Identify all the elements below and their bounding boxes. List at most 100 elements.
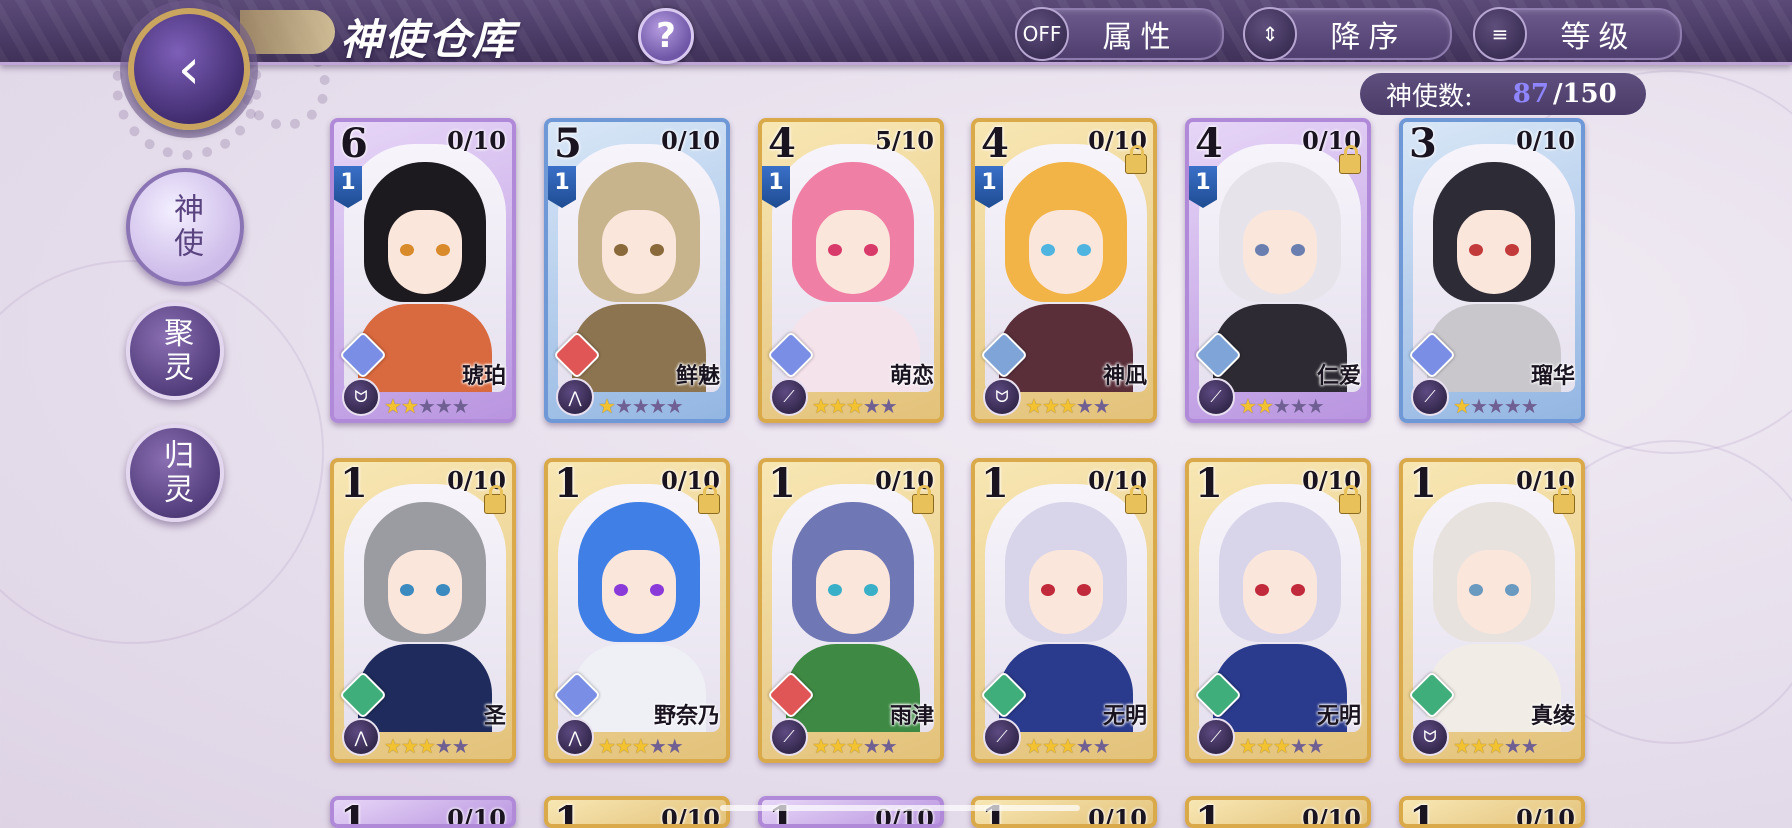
lock-icon xyxy=(1339,485,1361,514)
portrait-eye xyxy=(1041,584,1055,596)
sort-order-button[interactable]: ⇕ 降序 xyxy=(1243,7,1452,61)
star-icon: ★ xyxy=(828,734,847,758)
star-rating: ★★★★★ xyxy=(1025,734,1111,758)
star-icon: ★ xyxy=(1041,394,1060,418)
deity-card[interactable]: 1 0/10 xyxy=(1399,796,1585,828)
card-name: 雨津 xyxy=(889,703,934,729)
portrait-face xyxy=(1029,210,1103,294)
deity-card[interactable]: 5 0/10 1 ⋀ 鲜魅 ★★★★★ xyxy=(544,118,730,423)
portrait-face xyxy=(602,210,676,294)
card-level: 1 xyxy=(1195,460,1223,507)
portrait-eye xyxy=(650,584,664,596)
card-fragments: 0/10 xyxy=(447,126,506,155)
portrait-face xyxy=(1457,550,1531,634)
card-name: 野奈乃 xyxy=(653,703,720,729)
page-title: 神使仓库 xyxy=(340,15,517,64)
portrait-eye xyxy=(1255,244,1269,256)
lock-icon xyxy=(484,485,506,514)
card-name: 无明 xyxy=(1102,703,1147,729)
rank-badge: 1 xyxy=(548,166,576,208)
portrait-eye xyxy=(400,244,414,256)
deity-card[interactable]: 1 0/10 xyxy=(758,796,944,828)
deity-card[interactable]: 4 0/10 1 ⟋ 仁爱 ★★★★★ xyxy=(1185,118,1371,423)
deity-count-label: 神使数: xyxy=(1386,81,1473,112)
deity-card[interactable]: 3 0/10 ⟋ 瑠华 ★★★★★ xyxy=(1399,118,1585,423)
lock-icon xyxy=(1125,485,1147,514)
deity-card[interactable]: 1 0/10 xyxy=(1185,796,1371,828)
portrait-face xyxy=(1243,210,1317,294)
card-name: 鲜魅 xyxy=(675,363,720,389)
star-icon: ★ xyxy=(1453,394,1471,418)
portrait-eye xyxy=(1077,584,1091,596)
star-icon: ★ xyxy=(879,734,898,758)
weapon-type-icon: ᗢ xyxy=(1411,718,1449,756)
deity-card[interactable]: 1 0/10 ⋀ 野奈乃 ★★★★★ xyxy=(544,458,730,763)
deity-card[interactable]: 1 0/10 ⟋ 雨津 ★★★★★ xyxy=(758,458,944,763)
star-rating: ★★★★★ xyxy=(812,734,898,758)
back-button[interactable]: ‹ xyxy=(128,8,250,130)
portrait-eye xyxy=(1469,244,1483,256)
deity-card[interactable]: 1 0/10 ⟋ 无明 ★★★★★ xyxy=(1185,458,1371,763)
horizontal-scrollbar[interactable] xyxy=(720,805,1080,811)
star-icon: ★ xyxy=(1058,734,1077,758)
star-icon: ★ xyxy=(384,394,402,418)
card-fragments: 0/10 xyxy=(1302,804,1361,828)
portrait-eye xyxy=(436,584,450,596)
card-level: 4 xyxy=(1195,120,1223,167)
star-icon: ★ xyxy=(1453,734,1471,758)
star-icon: ★ xyxy=(1520,734,1539,758)
toggle-off-icon: OFF xyxy=(1015,7,1069,61)
card-name: 无明 xyxy=(1316,703,1361,729)
star-icon: ★ xyxy=(879,394,898,418)
deity-card[interactable]: 4 0/10 1 ᗢ 神凪 ★★★★★ xyxy=(971,118,1157,423)
star-icon: ★ xyxy=(1239,734,1257,758)
star-icon: ★ xyxy=(862,394,881,418)
sort-arrows-icon: ⇕ xyxy=(1243,7,1297,61)
card-level: 1 xyxy=(1195,798,1223,828)
card-level: 1 xyxy=(1409,460,1437,507)
deity-card[interactable]: 1 0/10 ⟋ 无明 ★★★★★ xyxy=(971,458,1157,763)
weapon-type-icon: ⟋ xyxy=(983,718,1021,756)
card-level: 1 xyxy=(768,460,796,507)
tab-label: 归灵 xyxy=(158,439,193,507)
weapon-type-icon: ᗢ xyxy=(983,378,1021,416)
card-name: 萌恋 xyxy=(889,363,934,389)
star-icon: ★ xyxy=(434,734,453,758)
star-icon: ★ xyxy=(648,734,667,758)
deity-card[interactable]: 1 0/10 ᗢ 真绫 ★★★★★ xyxy=(1399,458,1585,763)
card-fragments: 0/10 xyxy=(1516,126,1575,155)
attribute-filter-label: 属性 xyxy=(1102,20,1179,55)
star-rating: ★★★★★ xyxy=(812,394,898,418)
deity-card[interactable]: 1 0/10 ⋀ 圣 ★★★★★ xyxy=(330,458,516,763)
star-rating: ★★★★★ xyxy=(598,394,684,418)
portrait-eye xyxy=(400,584,414,596)
deity-card[interactable]: 1 0/10 xyxy=(971,796,1157,828)
card-level: 4 xyxy=(981,120,1009,167)
star-icon: ★ xyxy=(812,734,830,758)
tab-gather[interactable]: 聚灵 xyxy=(126,302,224,400)
portrait-eye xyxy=(1469,584,1483,596)
deity-card[interactable]: 6 0/10 1 ᗢ 琥珀 ★★★★★ xyxy=(330,118,516,423)
star-icon: ★ xyxy=(384,734,402,758)
star-icon: ★ xyxy=(845,734,864,758)
card-level: 1 xyxy=(768,798,796,828)
portrait-eye xyxy=(614,584,628,596)
deity-card[interactable]: 4 5/10 1 ⟋ 萌恋 ★★★★★ xyxy=(758,118,944,423)
star-icon: ★ xyxy=(631,394,650,418)
card-fragments: 0/10 xyxy=(447,804,506,828)
star-icon: ★ xyxy=(1255,394,1274,418)
attribute-filter-button[interactable]: OFF 属性 xyxy=(1015,7,1224,61)
star-icon: ★ xyxy=(1503,734,1522,758)
portrait-eye xyxy=(828,584,842,596)
help-button[interactable]: ? xyxy=(638,8,694,64)
deity-count: 神使数: 87 /150 xyxy=(1360,73,1646,115)
sort-by-level-button[interactable]: ≡ 等级 xyxy=(1473,7,1682,61)
star-rating: ★★★★★ xyxy=(1025,394,1111,418)
star-icon: ★ xyxy=(614,734,633,758)
rank-badge: 1 xyxy=(762,166,790,208)
tab-return[interactable]: 归灵 xyxy=(126,424,224,522)
deity-card[interactable]: 1 0/10 xyxy=(330,796,516,828)
deity-card[interactable]: 1 0/10 xyxy=(544,796,730,828)
star-icon: ★ xyxy=(451,394,470,418)
tab-deities[interactable]: 神使 xyxy=(126,168,244,286)
